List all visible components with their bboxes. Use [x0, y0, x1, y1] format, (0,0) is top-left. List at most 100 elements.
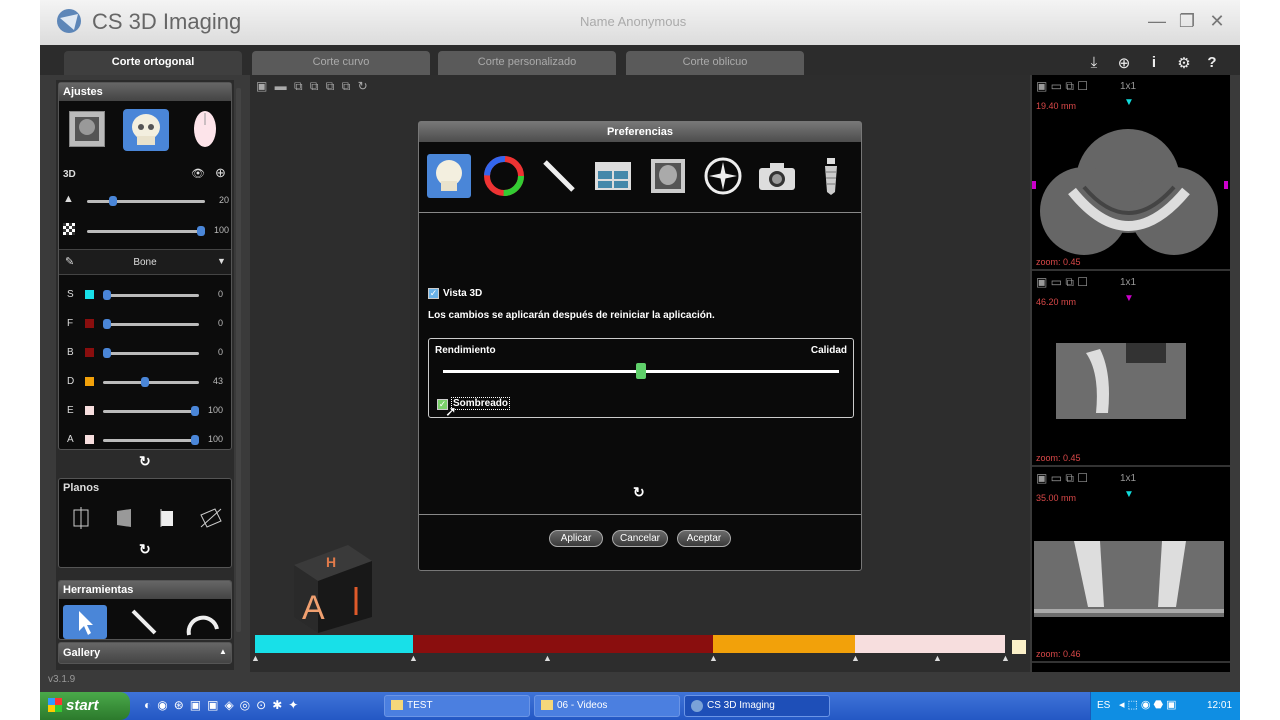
task-cs3d[interactable]: CS 3D Imaging	[684, 695, 830, 717]
view-layout-label[interactable]: 1x1	[1120, 81, 1136, 92]
channel-color-swatch[interactable]	[85, 435, 94, 444]
camera-icon[interactable]	[755, 154, 799, 198]
info-icon[interactable]: i	[1144, 54, 1164, 71]
implant-icon[interactable]	[809, 154, 853, 198]
tab-corte-personalizado[interactable]: Corte personalizado	[438, 51, 616, 75]
tab-corte-ortogonal[interactable]: Corte ortogonal	[64, 51, 242, 75]
task-test[interactable]: TEST	[384, 695, 530, 717]
channel-slider-knob[interactable]	[103, 290, 111, 300]
plane-axial-icon[interactable]	[71, 507, 91, 534]
herramientas-header[interactable]: Herramientas	[59, 581, 231, 599]
soft-tissue-mode-button[interactable]	[191, 109, 219, 149]
layout-icon[interactable]	[591, 154, 635, 198]
channel-color-swatch[interactable]	[85, 319, 94, 328]
coronal-image[interactable]	[1034, 541, 1224, 617]
plane-all-icon[interactable]	[199, 507, 223, 534]
channel-slider-track[interactable]	[103, 294, 199, 297]
task-videos[interactable]: 06 - Videos	[534, 695, 680, 717]
orientation-cube[interactable]: H A	[286, 537, 376, 642]
view-crosshair-marker[interactable]: ▼	[1124, 293, 1134, 304]
close-button[interactable]: ✕	[1206, 11, 1228, 32]
minimize-button[interactable]: —	[1146, 11, 1168, 32]
viewer-toolbar-icons[interactable]: ▣ ▬ ⧉ ⧉ ⧉ ⧉ ↻	[256, 79, 370, 94]
channel-slider-knob[interactable]	[103, 348, 111, 358]
tray-icons[interactable]: ◂⬚◉⬣▣	[1119, 698, 1180, 711]
settings-icon[interactable]: ⚙	[1174, 54, 1194, 72]
channel-slider-track[interactable]	[103, 352, 199, 355]
plane-coronal-icon[interactable]	[157, 507, 177, 534]
start-button[interactable]: start	[40, 692, 130, 720]
reset-preferences-icon[interactable]: ↻	[633, 484, 645, 501]
ajustes-header[interactable]: Ajustes	[59, 83, 231, 101]
help-icon[interactable]: ?	[1202, 54, 1222, 71]
system-tray: ES ◂⬚◉⬣▣ 12:01	[1090, 692, 1240, 720]
channel-slider-track[interactable]	[103, 410, 199, 413]
xray-mode-button[interactable]	[69, 111, 105, 147]
plane-sagittal-icon[interactable]	[114, 507, 134, 534]
left-scrollbar[interactable]	[236, 88, 241, 632]
colorbar-swatch[interactable]	[1012, 640, 1026, 654]
channel-color-swatch[interactable]	[85, 348, 94, 357]
color-wheel-icon[interactable]	[482, 154, 526, 198]
slider1-track[interactable]	[87, 200, 205, 203]
channel-color-swatch[interactable]	[85, 406, 94, 415]
view-toolbar[interactable]: ▣ ▭ ⧉ ☐	[1036, 471, 1088, 486]
channel-slider-knob[interactable]	[191, 406, 199, 416]
reset-ajustes-icon[interactable]: ↻	[139, 453, 151, 470]
transfer-colorbar[interactable]	[255, 635, 1005, 653]
skull-3d-icon[interactable]	[427, 154, 471, 198]
channel-slider-track[interactable]	[103, 323, 199, 326]
language-indicator[interactable]: ES	[1097, 700, 1110, 711]
tab-corte-oblicuo[interactable]: Corte oblicuo	[626, 51, 804, 75]
slider2-track[interactable]	[87, 230, 205, 233]
channel-slider-track[interactable]	[103, 381, 199, 384]
gallery-panel[interactable]: Gallery ▲	[58, 642, 232, 664]
view-crosshair-marker[interactable]: ▼	[1124, 489, 1134, 500]
colorbar-marker[interactable]: ▲	[851, 653, 860, 663]
slider2-knob[interactable]	[197, 226, 205, 236]
channel-slider-knob[interactable]	[140, 377, 149, 387]
ruler-tool-icon[interactable]	[129, 607, 159, 639]
download-icon[interactable]: ⤓	[1084, 54, 1104, 71]
ruler-icon[interactable]	[537, 154, 581, 198]
vista3d-checkbox[interactable]: ✓	[428, 288, 439, 299]
channel-slider-track[interactable]	[103, 439, 199, 442]
quality-slider-knob[interactable]	[636, 363, 646, 379]
colorbar-marker[interactable]: ▲	[409, 653, 418, 663]
tab-corte-curvo[interactable]: Corte curvo	[252, 51, 430, 75]
colorbar-marker[interactable]: ▲	[251, 653, 260, 663]
colorbar-marker[interactable]: ▲	[933, 653, 942, 663]
cancel-button[interactable]: Cancelar	[612, 530, 668, 547]
channel-slider-knob[interactable]	[103, 319, 111, 329]
colorbar-marker[interactable]: ▲	[709, 653, 718, 663]
view-layout-label[interactable]: 1x1	[1120, 277, 1136, 288]
skull-3d-mode-button[interactable]	[123, 109, 169, 151]
accept-button[interactable]: Aceptar	[677, 530, 731, 547]
channel-color-swatch[interactable]	[85, 290, 94, 299]
preset-dropdown[interactable]: ✎ Bone ▼	[59, 249, 231, 275]
restore-button[interactable]: ❐	[1176, 11, 1198, 32]
pointer-tool-button[interactable]	[63, 605, 107, 639]
channel-color-swatch[interactable]	[85, 377, 94, 386]
add-circle-icon[interactable]: ⊕	[215, 165, 226, 181]
colorbar-marker[interactable]: ▲	[543, 653, 552, 663]
channel-slider-knob[interactable]	[191, 435, 199, 445]
reset-planos-icon[interactable]: ↻	[139, 541, 151, 558]
xray-face-icon[interactable]	[646, 154, 690, 198]
slider1-knob[interactable]	[109, 196, 117, 206]
angle-tool-icon[interactable]	[185, 609, 221, 639]
eye-icon[interactable]: 👁	[191, 167, 205, 180]
colorbar-marker[interactable]: ▲	[1001, 653, 1010, 663]
target-icon[interactable]: ⊕	[1114, 54, 1134, 72]
axial-image[interactable]	[1032, 111, 1230, 257]
view-layout-label[interactable]: 1x1	[1120, 473, 1136, 484]
sagittal-image[interactable]	[1056, 343, 1186, 419]
quicklaunch-icons[interactable]: ◐◉⊛▣▣◈◎⊙✱✦	[144, 698, 304, 712]
view-toolbar[interactable]: ▣ ▭ ⧉ ☐	[1036, 275, 1088, 290]
view-zoom: zoom: 0.46	[1036, 649, 1081, 659]
channel-row-s: S0	[59, 289, 231, 309]
compass-icon[interactable]	[701, 154, 745, 198]
view-toolbar[interactable]: ▣ ▭ ⧉ ☐	[1036, 79, 1088, 94]
apply-button[interactable]: Aplicar	[549, 530, 603, 547]
view-crosshair-marker[interactable]: ▼	[1124, 97, 1134, 108]
